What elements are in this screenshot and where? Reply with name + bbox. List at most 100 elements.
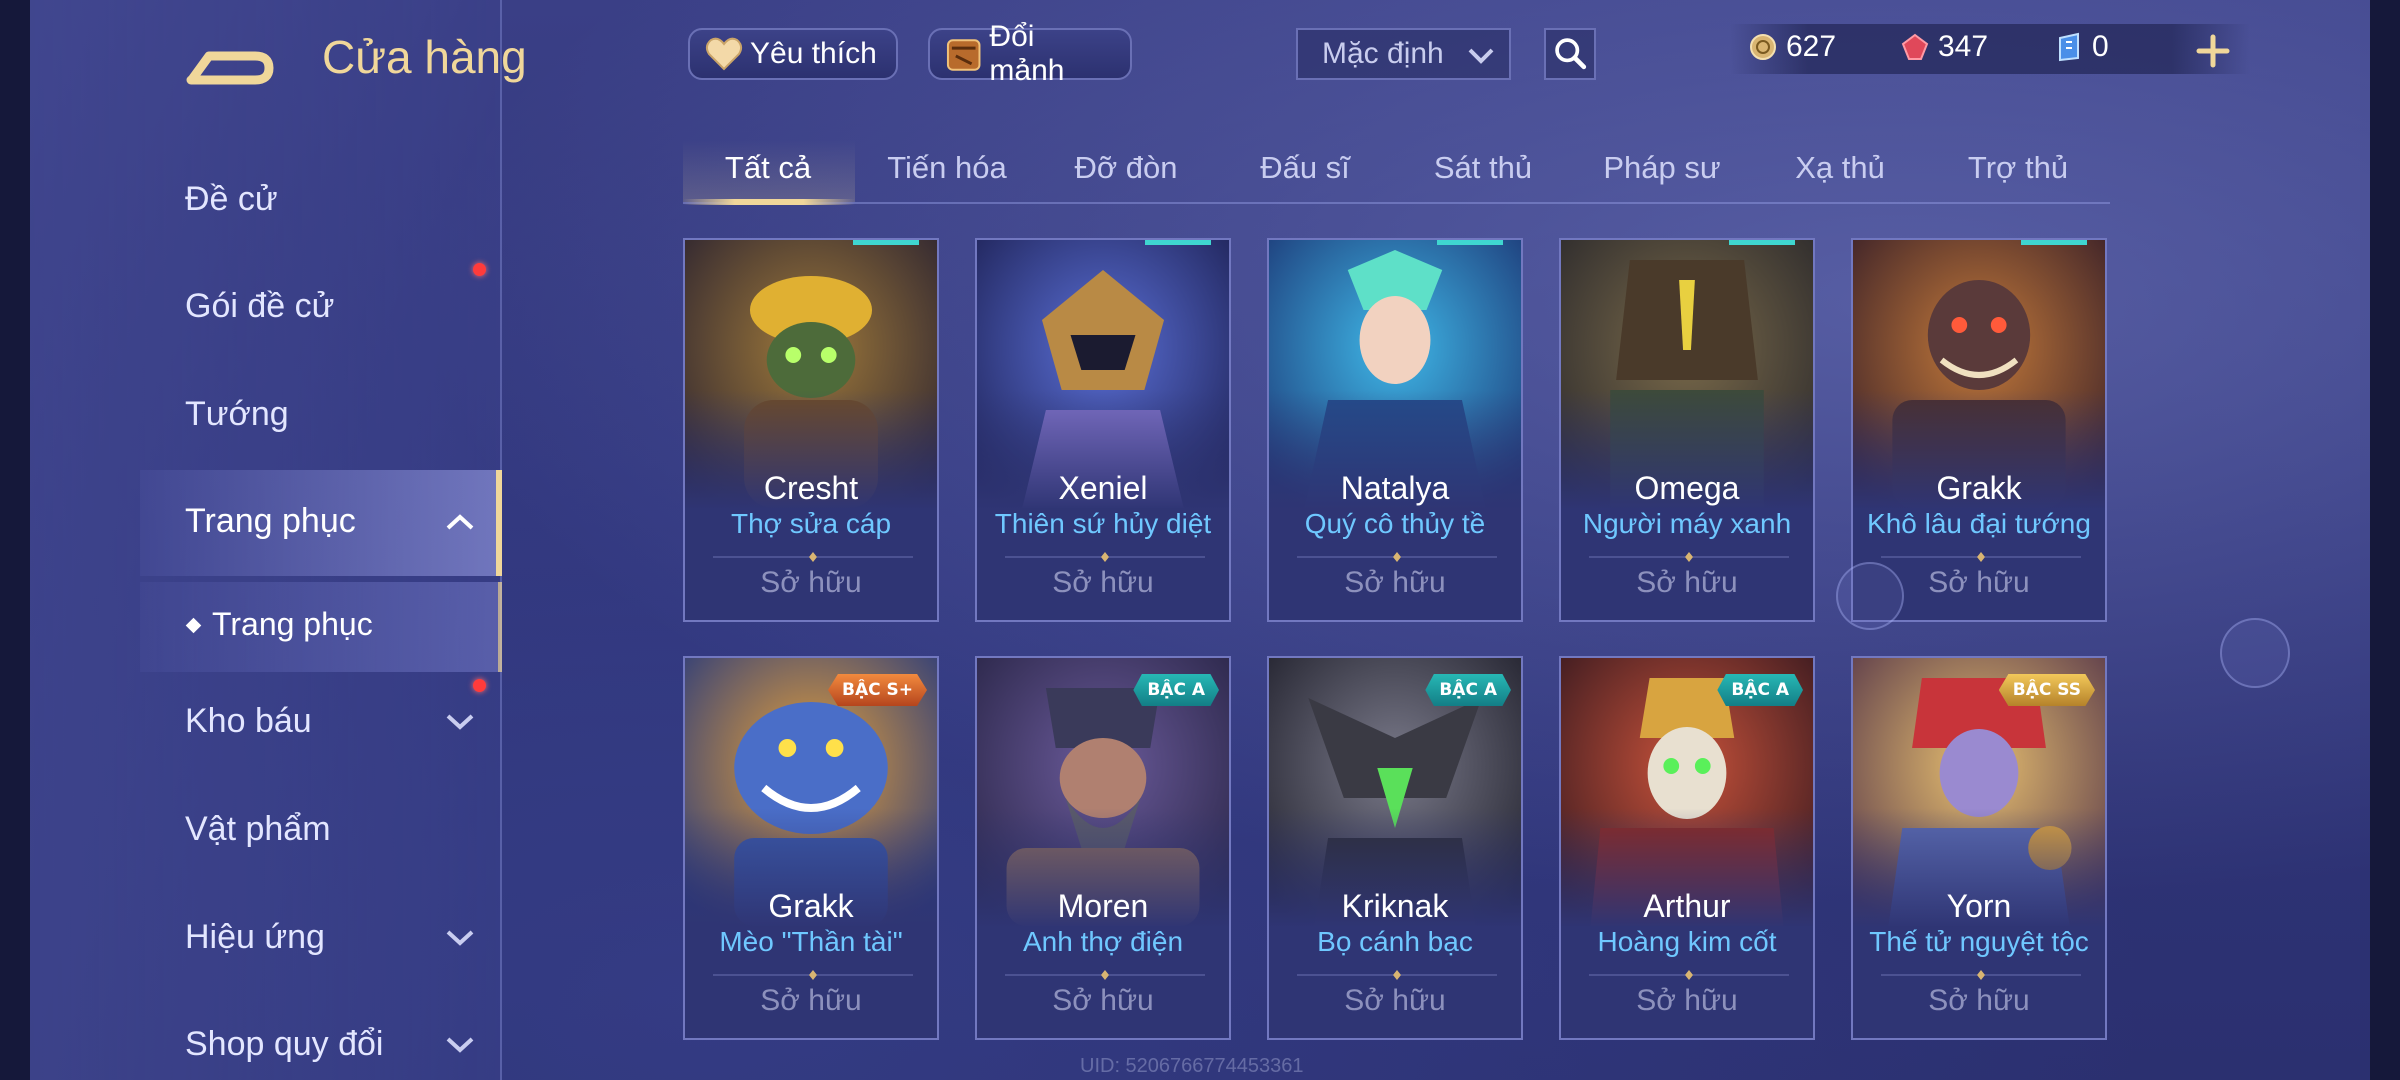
right-edge <box>2370 0 2400 1080</box>
sidebar-item-shop-quy-doi[interactable]: Shop quy đổi <box>185 1025 384 1064</box>
store-screen: Cửa hàng Đề cử Gói đề cử Tướng Trang phụ… <box>0 0 2400 1080</box>
sidebar-item-hieu-ung[interactable]: Hiệu ứng <box>185 918 325 957</box>
left-edge <box>0 0 30 1080</box>
active-tab-underline <box>683 199 855 205</box>
sidebar-item-tuong[interactable]: Tướng <box>185 395 289 434</box>
chevron-down-icon[interactable] <box>445 1035 475 1055</box>
notification-dot <box>473 263 486 276</box>
favorite-button[interactable]: Yêu thích <box>688 28 898 80</box>
skin-card[interactable]: Cresht Thợ sửa cáp Sở hữu <box>683 238 939 622</box>
tier-badge: BẬC S+ <box>828 674 927 706</box>
sidebar-item-de-cu[interactable]: Đề cử <box>185 180 278 219</box>
tab-phap-su[interactable]: Pháp sư <box>1577 150 1747 186</box>
sidebar-item-trang-phuc[interactable]: Trang phục <box>185 502 356 541</box>
card-top-accent <box>2021 240 2087 245</box>
skin-name: Bọ cánh bạc <box>1317 926 1473 957</box>
tab-xa-thu[interactable]: Xạ thủ <box>1755 150 1925 186</box>
divider <box>713 552 913 562</box>
divider <box>713 970 913 980</box>
card-top-accent <box>1437 240 1503 245</box>
hero-name: Moren <box>1057 888 1149 924</box>
skin-name: Hoàng kim cốt <box>1597 926 1777 957</box>
skin-name: Anh thợ điện <box>1022 926 1184 957</box>
divider <box>1881 552 2081 562</box>
search-icon[interactable] <box>1544 28 1596 80</box>
tab-sat-thu[interactable]: Sát thủ <box>1398 150 1568 186</box>
chevron-down-icon <box>1468 48 1494 64</box>
sidebar-subitem-trang-phuc[interactable]: Trang phục <box>212 606 373 643</box>
hero-name: Kriknak <box>1341 888 1449 924</box>
uid-label: UID: 5206766774453361 <box>1080 1055 1304 1077</box>
sort-dropdown[interactable]: Mặc định <box>1296 28 1511 80</box>
sidebar-item-kho-bau[interactable]: Kho báu <box>185 702 312 741</box>
skin-name: Thợ sửa cáp <box>730 508 892 539</box>
hero-name: Grakk <box>1936 470 2022 506</box>
divider <box>1005 970 1205 980</box>
voucher-value: 0 <box>2092 30 2109 63</box>
hero-name: Arthur <box>1643 888 1731 924</box>
skin-card[interactable]: BẬC SS Yorn Thế tử nguyệt tộc Sở hữu <box>1851 656 2107 1040</box>
owned-status: Sở hữu <box>760 566 862 599</box>
tier-badge: BẬC A <box>1717 674 1803 706</box>
sidebar-item-vat-pham[interactable]: Vật phẩm <box>185 810 331 849</box>
skin-name: Quý cô thủy tề <box>1304 508 1486 539</box>
skin-card[interactable]: Xeniel Thiên sứ hủy diệt Sở hữu <box>975 238 1231 622</box>
divider <box>1589 970 1789 980</box>
card-top-accent <box>853 240 919 245</box>
tier-badge: BẬC A <box>1425 674 1511 706</box>
ruby-icon <box>1901 33 1929 60</box>
owned-status: Sở hữu <box>1636 566 1738 599</box>
chevron-down-icon[interactable] <box>445 928 475 948</box>
chevron-up-icon[interactable] <box>445 512 475 532</box>
skin-card[interactable]: Omega Người máy xanh Sở hữu <box>1559 238 1815 622</box>
divider <box>1881 970 2081 980</box>
skin-name: Khô lâu đại tướng <box>1867 508 2091 539</box>
coin-balance: 627 <box>1748 30 1836 64</box>
tab-tien-hoa[interactable]: Tiến hóa <box>862 150 1032 186</box>
floating-joystick-icon <box>1836 562 1904 630</box>
tab-dau-si[interactable]: Đấu sĩ <box>1220 150 1390 186</box>
skin-card[interactable]: Grakk Khô lâu đại tướng Sở hữu <box>1851 238 2107 622</box>
tab-tro-thu[interactable]: Trợ thủ <box>1933 150 2103 186</box>
exchange-label: Đổi mảnh <box>989 20 1065 87</box>
back-icon[interactable] <box>185 30 275 90</box>
favorite-label: Yêu thích <box>750 37 877 70</box>
owned-status: Sở hữu <box>1928 984 2030 1017</box>
divider <box>1297 552 1497 562</box>
hero-name: Cresht <box>763 470 859 506</box>
skin-card[interactable]: Natalya Quý cô thủy tề Sở hữu <box>1267 238 1523 622</box>
skin-name: Thiên sứ hủy diệt <box>994 508 1212 539</box>
coin-icon <box>1750 34 1776 60</box>
owned-status: Sở hữu <box>1052 984 1154 1017</box>
tab-do-don[interactable]: Đỡ đòn <box>1041 150 1211 186</box>
chevron-down-icon[interactable] <box>445 712 475 732</box>
divider <box>1589 552 1789 562</box>
skin-name: Mèo "Thần tài" <box>719 926 903 957</box>
tier-badge: BẬC SS <box>1998 674 2095 706</box>
page-title: Cửa hàng <box>322 31 527 83</box>
divider <box>1005 552 1205 562</box>
voucher-balance: 0 <box>2054 30 2109 64</box>
skin-card[interactable]: BẬC A Kriknak Bọ cánh bạc Sở hữu <box>1267 656 1523 1040</box>
owned-status: Sở hữu <box>760 984 862 1017</box>
ruby-balance: 347 <box>1900 30 1988 64</box>
notification-dot <box>473 679 486 692</box>
hero-name: Grakk <box>768 888 854 924</box>
heart-icon <box>705 37 743 71</box>
sort-value: Mặc định <box>1322 37 1444 70</box>
hero-name: Xeniel <box>1058 470 1148 506</box>
ruby-value: 347 <box>1938 30 1989 63</box>
tab-tat-ca[interactable]: Tất cả <box>683 150 853 186</box>
coin-value: 627 <box>1786 30 1837 63</box>
hero-name: Omega <box>1634 470 1740 506</box>
skin-card[interactable]: BẬC A Arthur Hoàng kim cốt Sở hữu <box>1559 656 1815 1040</box>
owned-status: Sở hữu <box>1344 984 1446 1017</box>
skin-card[interactable]: BẬC S+ Grakk Mèo "Thần tài" Sở hữu <box>683 656 939 1040</box>
owned-status: Sở hữu <box>1052 566 1154 599</box>
plus-icon[interactable] <box>2196 34 2230 68</box>
skin-card[interactable]: BẬC A Moren Anh thợ điện Sở hữu <box>975 656 1231 1040</box>
exchange-fragments-button[interactable]: Đổi mảnh <box>928 20 1132 87</box>
fragment-chest-icon <box>946 39 981 71</box>
skin-name: Người máy xanh <box>1582 508 1792 539</box>
sidebar-item-goi-de-cu[interactable]: Gói đề cử <box>185 287 334 326</box>
